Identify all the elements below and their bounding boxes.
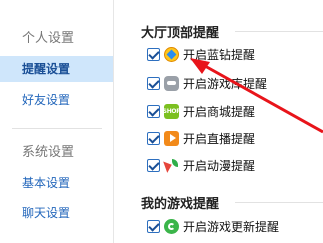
checkbox[interactable] xyxy=(147,131,160,145)
option-label: 开启直播提醒 xyxy=(183,131,256,146)
option-label: 开启动漫提醒 xyxy=(183,158,256,173)
shop-icon: SHOP xyxy=(163,103,181,119)
anime-icon xyxy=(164,157,179,173)
sidebar-item-reminder-settings[interactable]: 提醒设置 xyxy=(0,56,113,82)
sidebar-group-system-title: 系统设置 xyxy=(22,145,75,160)
section-rule xyxy=(235,202,323,203)
sidebar-divider xyxy=(12,128,102,129)
option-game-library-reminder[interactable]: 开启游戏库提醒 xyxy=(147,73,267,93)
section-rule xyxy=(235,31,323,32)
option-game-update-reminder[interactable]: 开启游戏更新提醒 xyxy=(147,216,279,236)
option-label: 开启蓝钻提醒 xyxy=(183,47,256,62)
sidebar-group-personal-title: 个人设置 xyxy=(22,31,75,46)
option-blue-diamond-reminder[interactable]: 开启蓝钻提醒 xyxy=(147,44,255,64)
checkbox[interactable] xyxy=(147,104,160,118)
option-label: 开启游戏更新提醒 xyxy=(183,219,280,234)
blue-diamond-icon xyxy=(164,46,179,62)
option-live-reminder[interactable]: 开启直播提醒 xyxy=(147,128,255,148)
checkbox[interactable] xyxy=(147,76,160,90)
update-icon xyxy=(164,218,179,234)
sidebar-item-friend-settings[interactable]: 好友设置 xyxy=(0,87,113,113)
live-play-icon xyxy=(164,130,179,146)
checkbox[interactable] xyxy=(147,219,160,233)
option-shop-reminder[interactable]: SHOP 开启商城提醒 xyxy=(147,101,255,121)
settings-panel: 大厅顶部提醒 开启蓝钻提醒 开启游戏库提醒 SHOP 开启商城提醒 开启直播提醒… xyxy=(114,0,323,243)
gamepad-icon xyxy=(164,75,179,91)
section-title-lobby-top-reminders: 大厅顶部提醒 xyxy=(141,26,220,41)
section-title-my-game-reminders: 我的游戏提醒 xyxy=(141,197,220,212)
checkbox[interactable] xyxy=(147,47,160,61)
option-anime-reminder[interactable]: 开启动漫提醒 xyxy=(147,155,255,175)
option-label: 开启商城提醒 xyxy=(183,104,256,119)
sidebar: 个人设置 提醒设置 好友设置 系统设置 基本设置 聊天设置 xyxy=(0,0,114,243)
sidebar-item-chat-settings[interactable]: 聊天设置 xyxy=(0,200,113,226)
checkbox[interactable] xyxy=(147,158,160,172)
sidebar-item-basic-settings[interactable]: 基本设置 xyxy=(0,170,113,196)
option-label: 开启游戏库提醒 xyxy=(183,76,268,91)
